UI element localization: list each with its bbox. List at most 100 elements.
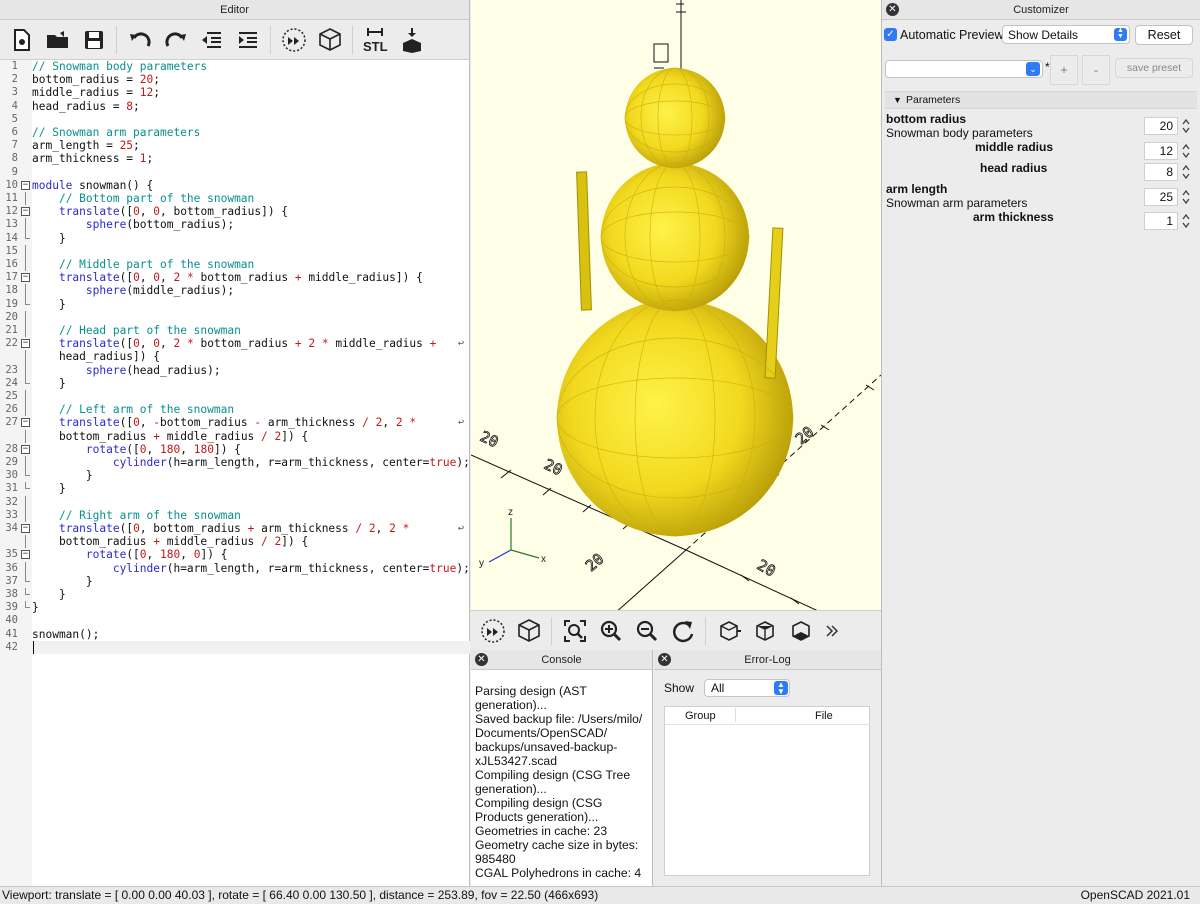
code-line[interactable]: 13 sphere(bottom_radius); [0,218,470,232]
code-line[interactable]: 28− rotate([0, 180, 180]) { [0,443,470,456]
console-output[interactable]: Parsing design (AST generation)... Saved … [471,670,652,880]
close-icon[interactable]: ✕ [886,3,899,16]
code-line[interactable]: 12− translate([0, 0, bottom_radius]) { [0,205,470,218]
code-line[interactable]: 3 middle_radius = 12; [0,86,470,99]
fold-toggle-icon[interactable]: − [21,207,30,217]
code-line[interactable]: 41 snowman(); [0,628,470,641]
view-all-button[interactable] [557,615,593,647]
code-line[interactable]: 31 } [0,482,470,495]
indent-button[interactable] [230,24,266,56]
column-header-file[interactable]: File [815,710,833,722]
code-line[interactable]: 6 // Snowman arm parameters [0,126,470,139]
code-line[interactable]: 35− rotate([0, 180, 0]) { [0,548,470,561]
code-line[interactable]: 15 [0,244,470,258]
close-icon[interactable]: ✕ [658,653,671,666]
code-line[interactable]: 22− translate([0, 0, 2 * bottom_radius +… [0,337,470,350]
code-line[interactable]: 21 // Head part of the snowman [0,324,470,338]
preset-select[interactable]: ⌄ [885,60,1043,78]
code-line[interactable]: 42 [0,640,470,654]
fold-toggle-icon[interactable]: − [21,180,30,190]
code-line[interactable]: 14 } [0,231,470,245]
remove-preset-button[interactable]: - [1082,55,1110,85]
code-line[interactable]: 36 cylinder(h=arm_length, r=arm_thicknes… [0,561,470,575]
code-line[interactable]: 7 arm_length = 25; [0,139,470,152]
stepper-arrows-icon[interactable] [1180,142,1192,160]
code-editor[interactable]: 1 // Snowman body parameters 2 bottom_radiu… [0,60,470,886]
code-line[interactable]: 10− module snowman() { [0,179,470,192]
more-tools-button[interactable] [819,615,845,647]
open-file-button[interactable] [40,24,76,56]
code-line[interactable]: 37 } [0,574,470,588]
stepper-arrows-icon[interactable] [1180,188,1192,206]
code-line[interactable]: 30 } [0,469,470,482]
code-line[interactable]: 19 } [0,297,470,311]
save-file-button[interactable] [76,24,112,56]
code-line[interactable]: 8 arm_thickness = 1; [0,152,470,165]
parameter-value-input[interactable]: 8 [1144,163,1178,181]
code-line[interactable]: 23 sphere(head_radius); [0,363,470,377]
fold-toggle-icon[interactable]: − [21,444,30,454]
code-line[interactable]: 11 // Bottom part of the snowman [0,192,470,206]
stepper-arrows-icon[interactable] [1180,212,1192,230]
view-top-button[interactable] [747,615,783,647]
code-line[interactable]: 34− translate([0, bottom_radius + arm_th… [0,522,470,535]
fold-toggle-icon[interactable]: − [21,550,30,560]
show-details-select[interactable]: Show Details ▲ ▼ [1002,25,1130,44]
fold-toggle-icon[interactable]: − [21,418,30,428]
redo-button[interactable] [158,24,194,56]
close-icon[interactable]: ✕ [475,653,488,666]
viewport-render-button[interactable] [511,615,547,647]
code-line[interactable]: 2 bottom_radius = 20; [0,73,470,86]
code-line[interactable]: 18 sphere(middle_radius); [0,284,470,298]
code-line[interactable]: 26 // Left arm of the snowman [0,403,470,417]
column-header-group[interactable]: Group [685,710,716,722]
parameters-section-header[interactable]: ▼ Parameters [885,91,1197,109]
parameter-value-input[interactable]: 12 [1144,142,1178,160]
send-to-printer-button[interactable] [394,24,430,56]
code-line[interactable]: bottom_radius + middle_radius / 2]) { [0,535,470,549]
zoom-in-button[interactable] [593,615,629,647]
code-line[interactable]: 33 // Right arm of the snowman [0,508,470,522]
reset-view-button[interactable] [665,615,701,647]
code-line[interactable]: 17− translate([0, 0, 2 * bottom_radius +… [0,271,470,284]
stepper-arrows-icon[interactable] [1180,163,1192,181]
parameter-value-input[interactable]: 20 [1144,117,1178,135]
undo-button[interactable] [122,24,158,56]
show-filter-select[interactable]: All ▲ ▼ [704,679,790,697]
unindent-button[interactable] [194,24,230,56]
code-line[interactable]: 29 cylinder(h=arm_length, r=arm_thicknes… [0,456,470,470]
viewport-preview-button[interactable] [475,615,511,647]
render-button[interactable] [312,24,348,56]
code-line[interactable]: 4 head_radius = 8; [0,100,470,113]
automatic-preview-checkbox[interactable]: ✓ [884,28,897,41]
parameter-value-input[interactable]: 25 [1144,188,1178,206]
new-file-button[interactable] [4,24,40,56]
add-preset-button[interactable]: + [1050,55,1078,85]
view-bottom-button[interactable] [783,615,819,647]
fold-toggle-icon[interactable]: − [21,524,30,533]
code-line[interactable]: 1 // Snowman body parameters [0,60,470,73]
fold-toggle-icon[interactable]: − [21,273,30,283]
code-line[interactable]: 27− translate([0, -bottom_radius - arm_t… [0,416,470,429]
stepper-arrows-icon[interactable] [1180,117,1192,135]
code-line[interactable]: 24 } [0,376,470,390]
view-right-button[interactable] [711,615,747,647]
code-line[interactable]: 39} [0,601,470,614]
3d-viewport[interactable]: 20 20 20 20 20 z y x [471,0,881,610]
fold-toggle-icon[interactable]: − [21,339,30,349]
zoom-out-button[interactable] [629,615,665,647]
export-stl-button[interactable]: STL [358,24,394,56]
code-line[interactable]: 5 [0,113,470,126]
code-line[interactable]: 20 [0,310,470,324]
code-line[interactable]: 16 // Middle part of the snowman [0,258,470,272]
code-line[interactable]: 32 [0,495,470,509]
code-line[interactable]: head_radius]) { [0,350,470,364]
reset-button[interactable]: Reset [1135,25,1193,45]
code-line[interactable]: 40 [0,614,470,627]
code-line[interactable]: bottom_radius + middle_radius / 2]) { [0,429,470,443]
code-line[interactable]: 25 [0,390,470,404]
save-preset-button[interactable]: save preset [1115,58,1193,78]
code-line[interactable]: 9 [0,166,470,179]
parameter-value-input[interactable]: 1 [1144,212,1178,230]
preview-button[interactable] [276,24,312,56]
